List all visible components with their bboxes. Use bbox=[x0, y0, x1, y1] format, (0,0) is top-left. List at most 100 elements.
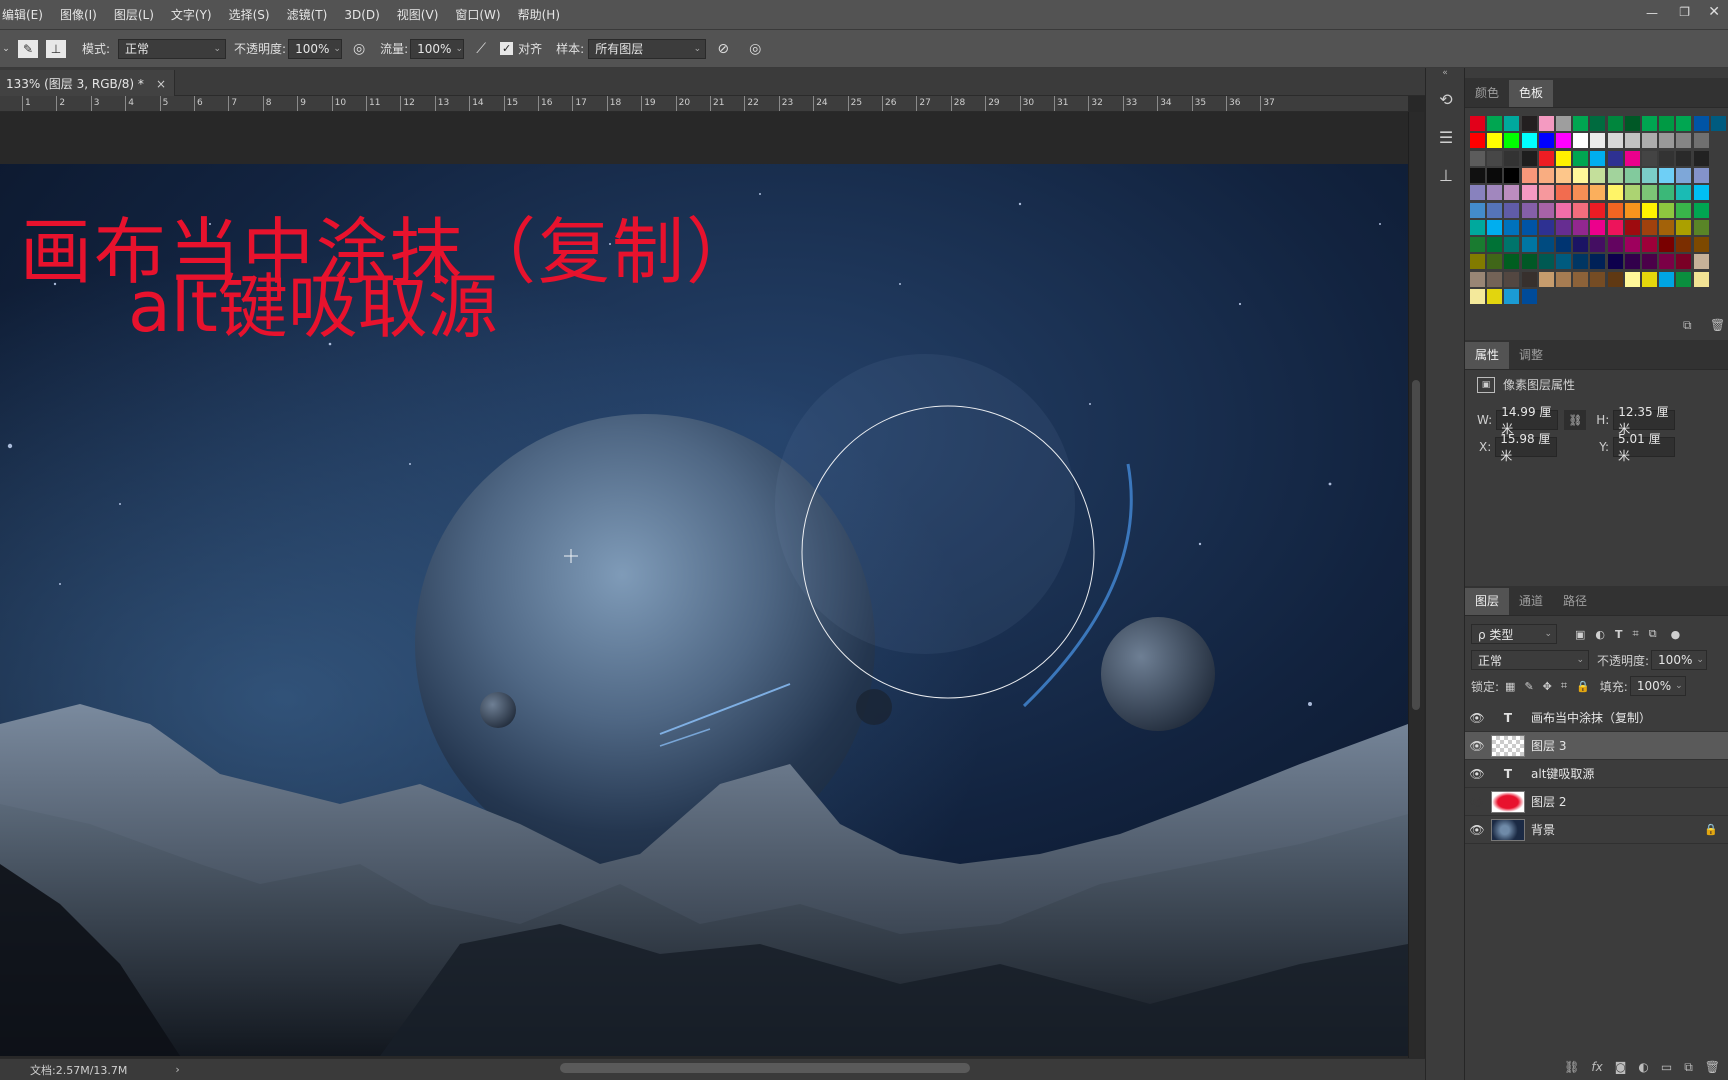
color-swatch[interactable] bbox=[1521, 116, 1537, 131]
color-swatch[interactable] bbox=[1521, 254, 1537, 270]
color-swatch[interactable] bbox=[1487, 289, 1503, 304]
color-swatch[interactable] bbox=[1642, 150, 1657, 166]
color-swatch[interactable] bbox=[1710, 116, 1726, 131]
color-swatch[interactable] bbox=[1607, 237, 1623, 253]
window-minimize-button[interactable]: — bbox=[1646, 6, 1658, 20]
color-swatch[interactable] bbox=[1487, 237, 1503, 253]
color-swatch[interactable] bbox=[1624, 167, 1640, 183]
color-swatch[interactable] bbox=[1538, 202, 1554, 218]
color-swatch[interactable] bbox=[1470, 254, 1485, 270]
color-swatch[interactable] bbox=[1573, 116, 1589, 131]
color-swatch[interactable] bbox=[1487, 167, 1503, 183]
color-swatch[interactable] bbox=[1624, 237, 1640, 253]
color-swatch[interactable] bbox=[1556, 167, 1571, 183]
w-field[interactable]: 14.99 厘米 bbox=[1496, 405, 1559, 436]
color-swatch[interactable] bbox=[1487, 271, 1503, 287]
window-restore-button[interactable]: ❐ bbox=[1679, 5, 1690, 19]
color-swatch[interactable] bbox=[1556, 150, 1571, 166]
tab-swatches[interactable]: 色板 bbox=[1509, 80, 1554, 107]
color-swatch[interactable] bbox=[1642, 271, 1657, 287]
color-swatch[interactable] bbox=[1487, 254, 1503, 270]
color-swatch[interactable] bbox=[1659, 254, 1675, 270]
color-swatch[interactable] bbox=[1470, 237, 1485, 253]
color-swatch[interactable] bbox=[1573, 237, 1589, 253]
color-swatch[interactable] bbox=[1607, 219, 1623, 235]
color-swatch[interactable] bbox=[1659, 133, 1675, 149]
color-swatch[interactable] bbox=[1607, 202, 1623, 218]
color-swatch[interactable] bbox=[1642, 116, 1657, 131]
close-icon[interactable]: × bbox=[156, 77, 166, 91]
color-swatch[interactable] bbox=[1676, 237, 1692, 253]
color-swatch[interactable] bbox=[1676, 271, 1692, 287]
color-swatch[interactable] bbox=[1504, 271, 1520, 287]
color-swatch[interactable] bbox=[1590, 219, 1606, 235]
new-layer-icon[interactable]: ⧉ bbox=[1684, 1060, 1693, 1075]
tab-color[interactable]: 颜色 bbox=[1465, 80, 1509, 107]
eye-icon[interactable]: 👁 bbox=[1465, 767, 1489, 781]
color-swatch[interactable] bbox=[1659, 219, 1675, 235]
color-swatch[interactable] bbox=[1521, 219, 1537, 235]
lock-pixels-icon[interactable]: ✎ bbox=[1524, 680, 1533, 693]
color-swatch[interactable] bbox=[1573, 202, 1589, 218]
trash-icon[interactable]: 🗑 bbox=[1705, 1060, 1720, 1074]
menu-layer[interactable]: 图层(L) bbox=[106, 6, 163, 23]
color-swatch[interactable] bbox=[1659, 185, 1675, 201]
color-swatch[interactable] bbox=[1624, 150, 1640, 166]
color-swatch[interactable] bbox=[1521, 271, 1537, 287]
tab-layers[interactable]: 图层 bbox=[1465, 588, 1510, 615]
color-swatch[interactable] bbox=[1624, 254, 1640, 270]
color-swatch[interactable] bbox=[1607, 254, 1623, 270]
color-swatch[interactable] bbox=[1573, 133, 1589, 149]
color-swatch[interactable] bbox=[1487, 150, 1503, 166]
color-swatch[interactable] bbox=[1659, 167, 1675, 183]
y-field[interactable]: 5.01 厘米 bbox=[1613, 432, 1676, 463]
eye-icon[interactable]: 👁 bbox=[1465, 739, 1489, 753]
color-swatch[interactable] bbox=[1590, 116, 1606, 131]
color-swatch[interactable] bbox=[1556, 185, 1571, 201]
ignore-adjustment-layers-icon[interactable]: ⊘ bbox=[712, 38, 734, 60]
color-swatch[interactable] bbox=[1538, 167, 1554, 183]
pressure-size-icon[interactable]: ◎ bbox=[744, 38, 766, 60]
color-swatch[interactable] bbox=[1573, 254, 1589, 270]
layer-opacity-field[interactable]: 100% ⌄ bbox=[1651, 650, 1708, 670]
eye-icon[interactable]: 👁 bbox=[1465, 711, 1489, 725]
color-swatch[interactable] bbox=[1590, 133, 1606, 149]
color-swatch[interactable] bbox=[1693, 133, 1709, 149]
color-swatch[interactable] bbox=[1470, 167, 1485, 183]
brush-preset-icon[interactable]: ✎ bbox=[18, 39, 38, 58]
link-icon[interactable]: ⛓ bbox=[1564, 410, 1587, 430]
link-icon[interactable]: ⛓ bbox=[1564, 1060, 1579, 1074]
color-swatch[interactable] bbox=[1556, 116, 1571, 131]
color-swatch[interactable] bbox=[1538, 133, 1554, 149]
color-swatch[interactable] bbox=[1676, 150, 1692, 166]
color-swatch[interactable] bbox=[1590, 254, 1606, 270]
color-swatch[interactable] bbox=[1693, 237, 1709, 253]
color-swatch[interactable] bbox=[1642, 254, 1657, 270]
color-swatch[interactable] bbox=[1676, 202, 1692, 218]
color-swatch[interactable] bbox=[1556, 133, 1571, 149]
color-swatch[interactable] bbox=[1556, 202, 1571, 218]
color-swatch[interactable] bbox=[1590, 271, 1606, 287]
tab-adjustments[interactable]: 调整 bbox=[1509, 342, 1553, 369]
tab-channels[interactable]: 通道 bbox=[1509, 588, 1553, 615]
color-swatch[interactable] bbox=[1470, 133, 1485, 149]
color-swatch[interactable] bbox=[1624, 271, 1640, 287]
filter-pixel-icon[interactable]: ▣ bbox=[1575, 628, 1585, 641]
color-swatch[interactable] bbox=[1470, 185, 1485, 201]
color-swatch[interactable] bbox=[1624, 133, 1640, 149]
color-swatch[interactable] bbox=[1624, 185, 1640, 201]
color-swatch[interactable] bbox=[1521, 150, 1537, 166]
color-swatch[interactable] bbox=[1624, 202, 1640, 218]
eye-hidden-icon[interactable]: 👁 bbox=[1465, 795, 1489, 809]
eye-icon[interactable]: 👁 bbox=[1465, 823, 1489, 837]
filter-type-icon[interactable]: T bbox=[1615, 628, 1623, 641]
color-swatch[interactable] bbox=[1693, 150, 1709, 166]
color-swatch[interactable] bbox=[1538, 271, 1554, 287]
color-swatch[interactable] bbox=[1642, 185, 1657, 201]
color-swatch[interactable] bbox=[1693, 271, 1709, 287]
color-swatch[interactable] bbox=[1624, 116, 1640, 131]
color-swatch[interactable] bbox=[1504, 219, 1520, 235]
color-swatch[interactable] bbox=[1504, 185, 1520, 201]
pressure-opacity-icon[interactable]: ◎ bbox=[348, 38, 370, 60]
color-swatch[interactable] bbox=[1624, 219, 1640, 235]
